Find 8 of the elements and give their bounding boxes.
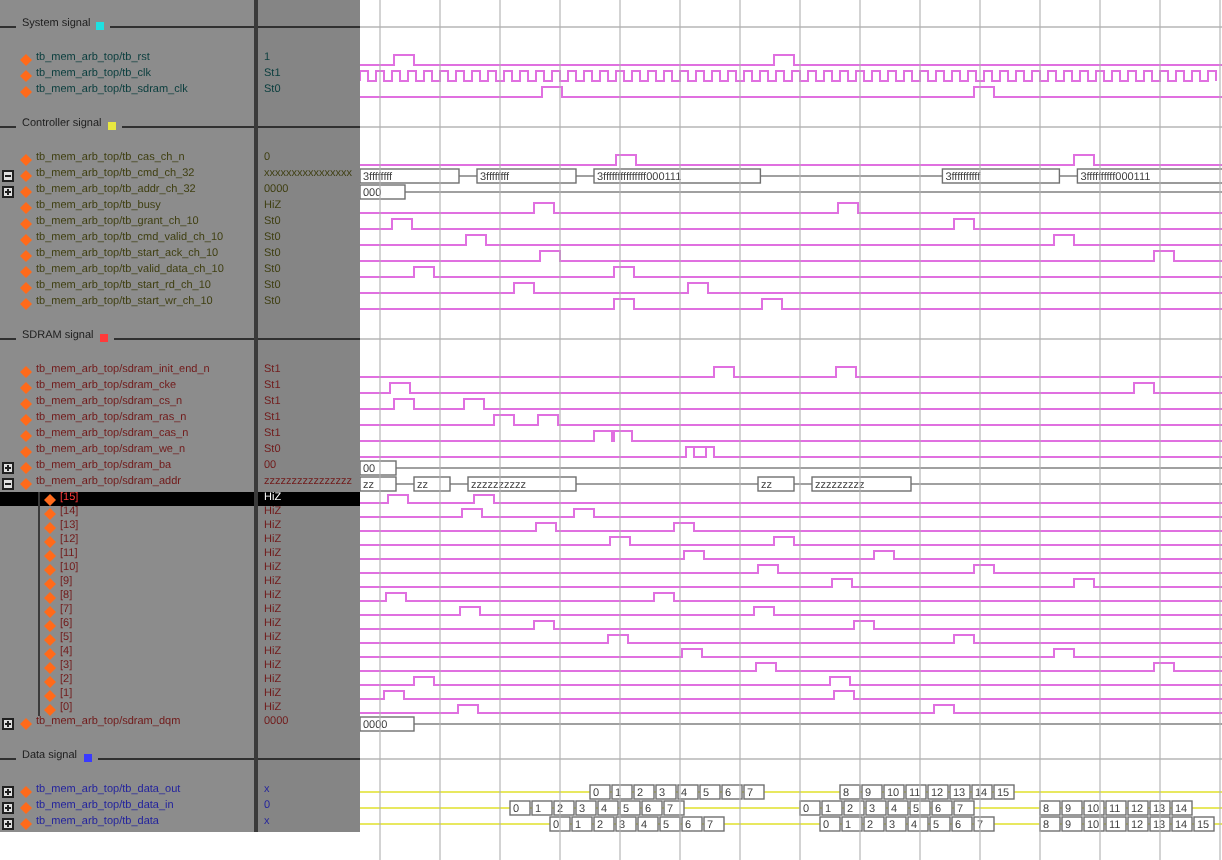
expand-icon[interactable] bbox=[2, 786, 14, 798]
expand-icon[interactable] bbox=[2, 718, 14, 730]
expand-icon[interactable] bbox=[2, 186, 14, 198]
expand-icon[interactable] bbox=[2, 802, 14, 814]
collapse-icon[interactable] bbox=[2, 170, 14, 182]
expand-icon[interactable] bbox=[2, 462, 14, 474]
collapse-icon[interactable] bbox=[2, 478, 14, 490]
expand-icon[interactable] bbox=[2, 818, 14, 830]
